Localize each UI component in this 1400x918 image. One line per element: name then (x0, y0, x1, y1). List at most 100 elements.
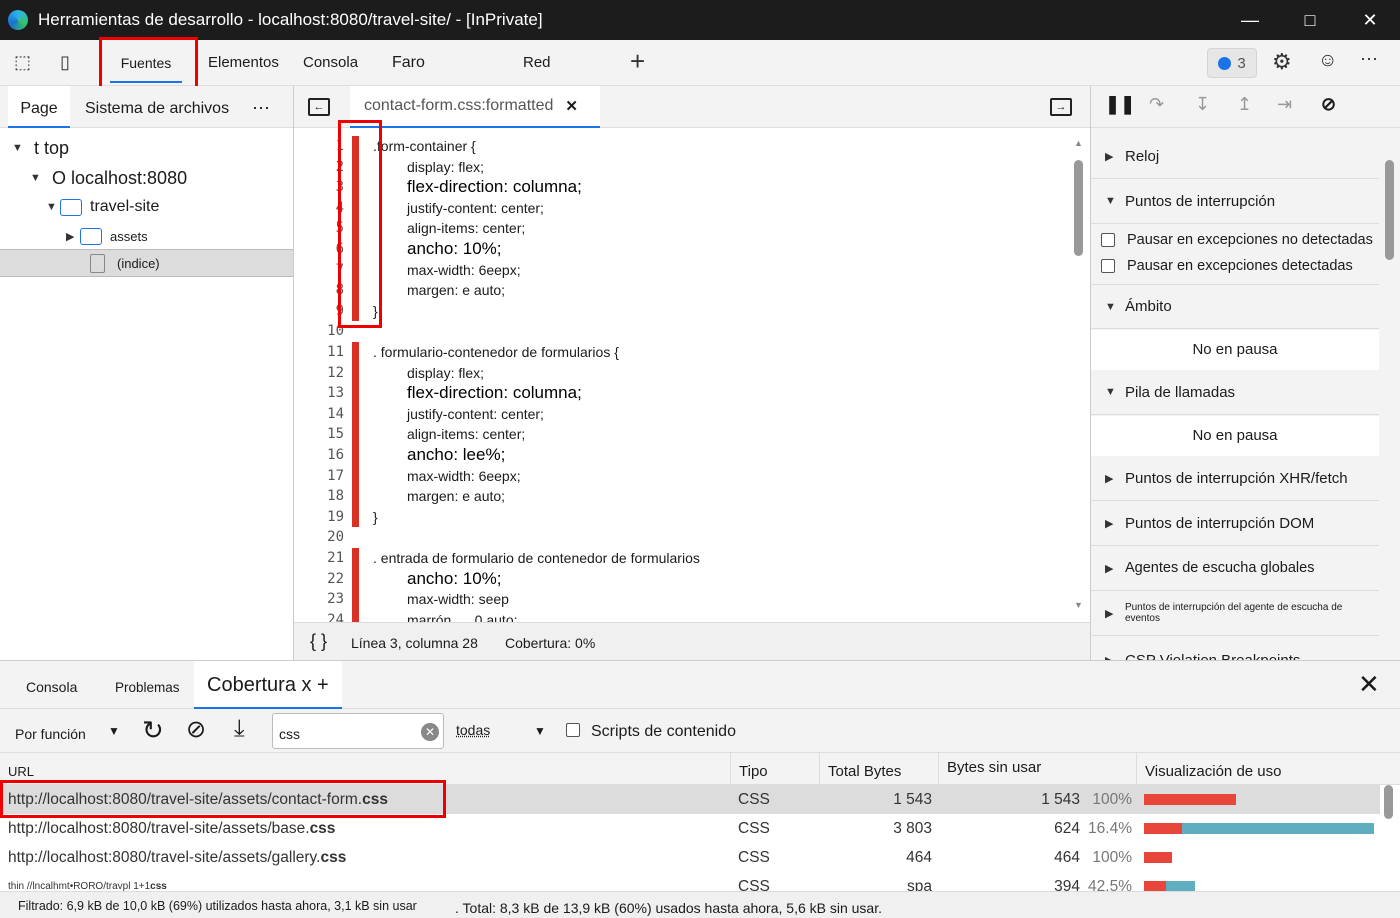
drawer-tab-issues[interactable]: Problemas (115, 680, 180, 695)
tab-consola[interactable]: Consola (303, 40, 358, 86)
column-total-bytes[interactable]: Total Bytes (819, 753, 901, 785)
content-scripts-checkbox[interactable] (566, 723, 580, 737)
toggle-debugger-icon[interactable]: → (1050, 98, 1072, 116)
tab-red[interactable]: Red (523, 40, 551, 86)
line-number[interactable]: 8 (294, 282, 348, 298)
close-tab-icon[interactable]: ✕ (565, 97, 578, 115)
line-number[interactable]: 24 (294, 612, 348, 622)
section-breakpoints[interactable]: ▼ Puntos de interrupción (1091, 179, 1379, 224)
scroll-up-icon[interactable]: ▲ (1074, 138, 1083, 148)
minimize-button[interactable]: — (1220, 0, 1280, 40)
tree-item-localhost[interactable]: ▼ O localhost:8080 (0, 164, 293, 192)
code-line[interactable]: 6 ancho: 10%; (294, 238, 1064, 260)
line-number[interactable]: 11 (294, 344, 348, 360)
line-number[interactable]: 22 (294, 571, 348, 587)
type-filter-select[interactable]: todas (456, 722, 490, 738)
code-line[interactable]: 9} (294, 300, 1064, 322)
drawer-tab-console[interactable]: Consola (26, 679, 77, 695)
step-out-icon[interactable]: ↥ (1237, 94, 1252, 115)
line-number[interactable]: 15 (294, 426, 348, 442)
code-line[interactable]: 24 marrón 0 auto; (294, 609, 1064, 622)
editor-scrollbar[interactable] (1074, 160, 1083, 256)
column-url[interactable]: URL (0, 753, 34, 785)
code-line[interactable]: 3 flex-direction: columna; (294, 176, 1064, 198)
code-line[interactable]: 16 ancho: lee%; (294, 444, 1064, 466)
tab-filesystem[interactable]: Sistema de archivos (85, 86, 229, 128)
tree-item-top[interactable]: ▼ t top (0, 134, 293, 162)
line-number[interactable]: 18 (294, 488, 348, 504)
line-number[interactable]: 10 (294, 323, 348, 339)
more-tabs-icon[interactable]: ⋯ (252, 98, 270, 119)
line-number[interactable]: 1 (294, 138, 348, 154)
tab-elementos[interactable]: Elementos (208, 40, 279, 86)
line-number[interactable]: 6 (294, 241, 348, 257)
table-scrollbar[interactable] (1384, 785, 1393, 819)
step-over-icon[interactable]: ↷ (1149, 94, 1164, 115)
step-icon[interactable]: ⇥ (1277, 94, 1292, 115)
line-number[interactable]: 9 (294, 303, 348, 319)
line-number[interactable]: 19 (294, 509, 348, 525)
tab-fuentes[interactable]: Fuentes (110, 40, 182, 83)
code-line[interactable]: 8 margen: e auto; (294, 279, 1064, 301)
more-options-icon[interactable]: ⋯ (1360, 49, 1378, 70)
report-type-select[interactable]: Por función (15, 726, 86, 742)
line-number[interactable]: 5 (294, 220, 348, 236)
inspect-icon[interactable]: ⬚ (14, 52, 31, 73)
maximize-button[interactable]: □ (1280, 0, 1340, 40)
code-line[interactable]: 23 max-width: seep (294, 588, 1064, 610)
chevron-down-icon[interactable]: ▼ (534, 724, 546, 738)
code-line[interactable]: 2 display: flex; (294, 156, 1064, 178)
pause-uncaught-checkbox[interactable]: Pausar en excepciones no detectadas (1101, 232, 1373, 248)
line-number[interactable]: 7 (294, 262, 348, 278)
step-into-icon[interactable]: ↧ (1195, 94, 1210, 115)
issues-badge[interactable]: 3 (1207, 48, 1257, 78)
section-xhr-breakpoints[interactable]: ▶ Puntos de interrupción XHR/fetch (1091, 456, 1379, 501)
toggle-navigator-icon[interactable]: ← (308, 98, 330, 116)
code-line[interactable]: 15 align-items: center; (294, 423, 1064, 445)
section-csp-breakpoints[interactable]: ▶CSP Violation Breakpoints (1091, 638, 1379, 661)
clear-icon[interactable]: ⊘ (186, 715, 206, 744)
code-line[interactable]: 5 align-items: center; (294, 217, 1064, 239)
code-line[interactable]: 7 max-width: 6eepx; (294, 259, 1064, 281)
code-line[interactable]: 14 justify-content: center; (294, 403, 1064, 425)
feedback-icon[interactable]: ☺ (1318, 50, 1337, 72)
coverage-row[interactable]: http://localhost:8080/travel-site/assets… (0, 785, 1380, 814)
code-line[interactable]: 4 justify-content: center; (294, 197, 1064, 219)
column-type[interactable]: Tipo (730, 753, 768, 785)
coverage-row[interactable]: http://localhost:8080/travel-site/assets… (0, 814, 1380, 843)
section-scope[interactable]: ▼ Ámbito (1091, 284, 1379, 329)
device-emulation-icon[interactable]: ▯ (60, 52, 70, 73)
line-number[interactable]: 13 (294, 385, 348, 401)
tab-page[interactable]: Page (8, 86, 70, 128)
section-call-stack[interactable]: ▼ Pila de llamadas (1091, 370, 1379, 415)
code-line[interactable]: 12 display: flex; (294, 362, 1064, 384)
line-number[interactable]: 16 (294, 447, 348, 463)
close-window-button[interactable]: ✕ (1340, 0, 1400, 40)
code-line[interactable]: 10 (294, 321, 1064, 341)
line-number[interactable]: 14 (294, 406, 348, 422)
code-line[interactable]: 19} (294, 506, 1064, 528)
code-line[interactable]: 17 max-width: 6eepx; (294, 465, 1064, 487)
code-line[interactable]: 13 flex-direction: columna; (294, 382, 1064, 404)
clear-filter-icon[interactable]: ✕ (421, 723, 439, 741)
coverage-row[interactable]: http://localhost:8080/travel-site/assets… (0, 843, 1380, 872)
export-icon[interactable]: ⤓ (234, 715, 245, 743)
tab-faro[interactable]: Faro (392, 40, 425, 86)
add-tab-icon[interactable]: + (630, 46, 645, 77)
gear-icon[interactable]: ⚙ (1272, 49, 1292, 75)
section-dom-breakpoints[interactable]: ▶ Puntos de interrupción DOM (1091, 501, 1379, 546)
line-number[interactable]: 17 (294, 468, 348, 484)
code-line[interactable]: 11 . formulario-contenedor de formularios… (294, 341, 1064, 363)
line-number[interactable]: 12 (294, 365, 348, 381)
tree-item-travel-site[interactable]: ▼ travel-site (0, 193, 293, 221)
column-unused-bytes[interactable]: Bytes sin usar (938, 753, 1041, 785)
section-global-listeners[interactable]: ▶ Agentes de escucha globales (1091, 546, 1379, 591)
chevron-down-icon[interactable]: ▼ (108, 724, 120, 738)
section-watch[interactable]: ▶ Reloj (1091, 134, 1379, 179)
line-number[interactable]: 23 (294, 591, 348, 607)
code-line[interactable]: 18 margen: e auto; (294, 485, 1064, 507)
line-number[interactable]: 2 (294, 159, 348, 175)
pause-caught-checkbox[interactable]: Pausar en excepciones detectadas (1101, 258, 1353, 274)
line-number[interactable]: 20 (294, 529, 348, 545)
line-number[interactable]: 21 (294, 550, 348, 566)
